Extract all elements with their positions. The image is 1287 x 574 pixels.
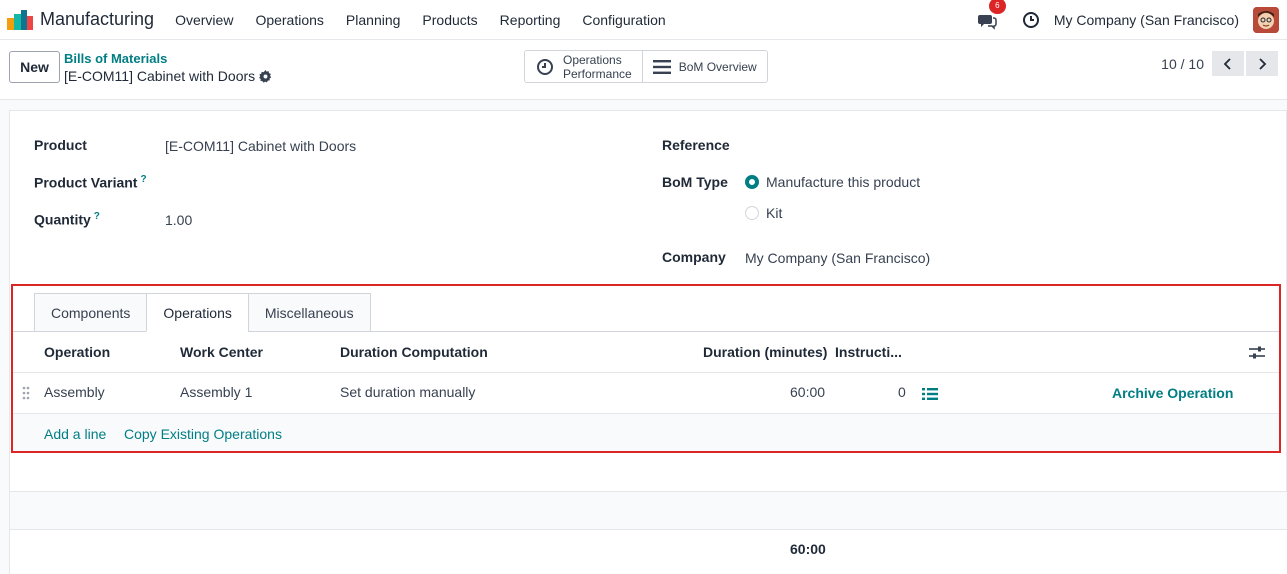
quantity-label: Quantity? bbox=[34, 211, 100, 228]
breadcrumb-bills-of-materials[interactable]: Bills of Materials bbox=[64, 50, 272, 67]
operations-performance-button[interactable]: Operations Performance bbox=[525, 51, 642, 82]
cell-duration[interactable]: 60:00 bbox=[790, 384, 825, 400]
menu-overview[interactable]: Overview bbox=[164, 12, 244, 28]
app-brand[interactable]: Manufacturing bbox=[7, 9, 164, 30]
help-icon[interactable]: ? bbox=[94, 211, 100, 222]
company-switcher[interactable]: My Company (San Francisco) bbox=[1054, 12, 1239, 28]
bom-type-option-label: Kit bbox=[766, 205, 783, 221]
bom-type-manufacture-radio[interactable]: Manufacture this product bbox=[745, 174, 920, 190]
gear-icon[interactable] bbox=[259, 70, 272, 83]
main-menu: Overview Operations Planning Products Re… bbox=[164, 12, 677, 28]
product-field[interactable]: [E-COM11] Cabinet with Doors bbox=[165, 138, 356, 154]
bom-overview-button[interactable]: BoM Overview bbox=[641, 51, 767, 82]
product-variant-field[interactable] bbox=[165, 174, 465, 194]
quantity-label-text: Quantity bbox=[34, 211, 91, 228]
column-header-duration-computation[interactable]: Duration Computation bbox=[340, 344, 488, 360]
smart-label-line1: Operations bbox=[563, 52, 622, 67]
smart-label-line2: Performance bbox=[563, 66, 632, 81]
add-a-line-link[interactable]: Add a line bbox=[44, 426, 106, 442]
row-divider bbox=[12, 372, 1279, 373]
menu-planning[interactable]: Planning bbox=[335, 12, 412, 28]
tab-miscellaneous[interactable]: Miscellaneous bbox=[247, 293, 371, 332]
notebook-tabs: Components Operations Miscellaneous bbox=[34, 293, 371, 332]
bom-type-label: BoM Type bbox=[662, 174, 728, 190]
activity-clock-icon[interactable] bbox=[1021, 10, 1041, 30]
breadcrumb-current-record: [E-COM11] Cabinet with Doors bbox=[64, 67, 272, 86]
footer-total-row bbox=[10, 529, 1287, 574]
menu-reporting[interactable]: Reporting bbox=[489, 12, 572, 28]
cell-operation[interactable]: Assembly bbox=[44, 384, 105, 400]
new-button[interactable]: New bbox=[9, 51, 60, 83]
reference-label: Reference bbox=[662, 137, 730, 153]
cell-work-center[interactable]: Assembly 1 bbox=[180, 384, 252, 400]
column-header-operation[interactable]: Operation bbox=[44, 344, 110, 360]
bom-type-kit-radio[interactable]: Kit bbox=[745, 205, 782, 221]
top-navbar: Manufacturing Overview Operations Planni… bbox=[0, 0, 1287, 40]
app-name: Manufacturing bbox=[40, 9, 155, 29]
pager-value[interactable]: 10 / 10 bbox=[1161, 56, 1204, 72]
bom-overview-label: BoM Overview bbox=[678, 59, 757, 74]
product-label: Product bbox=[34, 137, 87, 153]
record-title: [E-COM11] Cabinet with Doors bbox=[64, 68, 256, 84]
product-variant-label: Product Variant? bbox=[34, 174, 147, 191]
smart-buttons: Operations Performance BoM Overview bbox=[524, 50, 768, 83]
radio-unselected-icon bbox=[745, 206, 759, 220]
radio-selected-icon bbox=[745, 175, 759, 189]
menu-products[interactable]: Products bbox=[411, 12, 488, 28]
help-icon[interactable]: ? bbox=[140, 174, 146, 185]
messaging-button[interactable]: 6 bbox=[977, 0, 1006, 30]
bars-icon bbox=[652, 59, 671, 74]
quantity-field[interactable]: 1.00 bbox=[165, 212, 192, 228]
systray: 6 My Company (San Francisco) bbox=[977, 0, 1287, 33]
reference-field[interactable] bbox=[745, 137, 1145, 157]
column-header-instructions[interactable]: Instructi... bbox=[835, 344, 902, 360]
message-count-badge: 6 bbox=[988, 0, 1006, 14]
clock-icon bbox=[537, 58, 553, 75]
chevron-right-icon bbox=[1259, 57, 1267, 70]
total-duration: 60:00 bbox=[790, 541, 826, 557]
user-avatar[interactable] bbox=[1253, 6, 1279, 33]
drag-handle-icon[interactable] bbox=[22, 386, 30, 403]
manufacturing-logo-icon bbox=[7, 9, 33, 30]
pager: 10 / 10 bbox=[1161, 51, 1278, 76]
column-header-duration-minutes[interactable]: Duration (minutes) bbox=[703, 344, 827, 360]
company-label: Company bbox=[662, 249, 726, 265]
menu-configuration[interactable]: Configuration bbox=[571, 12, 676, 28]
breadcrumb: Bills of Materials [E-COM11] Cabinet wit… bbox=[64, 50, 272, 86]
list-icon[interactable] bbox=[922, 387, 938, 404]
company-field[interactable]: My Company (San Francisco) bbox=[745, 250, 930, 266]
cell-duration-computation[interactable]: Set duration manually bbox=[340, 384, 475, 400]
control-panel: New Bills of Materials [E-COM11] Cabinet… bbox=[0, 40, 1287, 100]
copy-existing-operations-link[interactable]: Copy Existing Operations bbox=[124, 426, 282, 442]
archive-operation-button[interactable]: Archive Operation bbox=[1112, 385, 1233, 401]
bom-type-option-label: Manufacture this product bbox=[766, 174, 921, 190]
pager-previous-button[interactable] bbox=[1212, 51, 1244, 76]
pager-next-button[interactable] bbox=[1246, 51, 1278, 76]
footer-band bbox=[10, 491, 1287, 529]
optional-columns-toggle-icon[interactable] bbox=[1249, 346, 1265, 363]
tab-operations[interactable]: Operations bbox=[146, 293, 249, 332]
cell-instructions-count[interactable]: 0 bbox=[898, 384, 906, 400]
product-variant-label-text: Product Variant bbox=[34, 174, 138, 191]
tab-components[interactable]: Components bbox=[34, 293, 148, 332]
menu-operations[interactable]: Operations bbox=[244, 12, 334, 28]
chevron-left-icon bbox=[1223, 57, 1231, 70]
column-header-work-center[interactable]: Work Center bbox=[180, 344, 263, 360]
operations-performance-label: Operations Performance bbox=[563, 53, 632, 81]
